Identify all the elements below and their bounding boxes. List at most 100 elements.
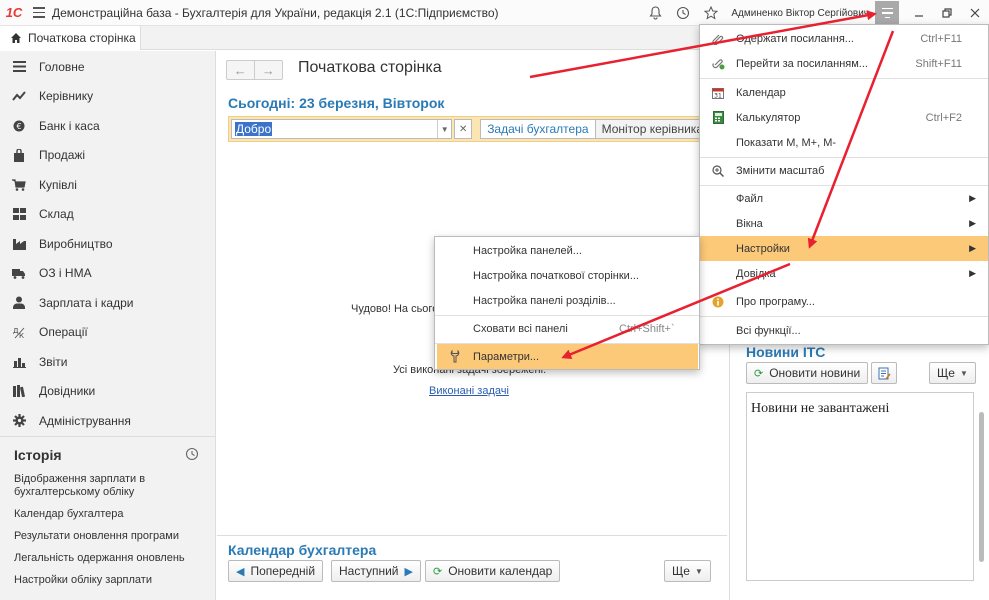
news-settings-button[interactable] [871, 362, 897, 384]
menu-item-calendar[interactable]: 31 Календар [700, 80, 988, 105]
refresh-news-button[interactable]: ⟳ Оновити новини [746, 362, 869, 384]
history-icon[interactable] [185, 447, 199, 464]
refresh-icon: ⟳ [754, 367, 764, 380]
calendar-more-label: Ще [672, 564, 690, 578]
history-item[interactable]: Результати оновлення програми [0, 530, 215, 543]
grid-icon [12, 207, 26, 221]
submenu-item-parameters[interactable]: Параметри... [437, 344, 698, 369]
title-bar: 1С Демонстраційна база - Бухгалтерія для… [0, 0, 989, 26]
status-text: Чудово! На сьогод [351, 303, 445, 315]
restore-icon[interactable] [933, 0, 961, 26]
submenu-item-sections-panel[interactable]: Настройка панелі розділів... [435, 288, 699, 313]
sidebar-item-label: Операції [39, 325, 88, 340]
tab-tasks[interactable]: Задачі бухгалтера [481, 120, 596, 138]
clear-icon[interactable]: ✕ [454, 119, 473, 139]
submenu-item-panels[interactable]: Настройка панелей... [435, 238, 699, 263]
sidebar-item-label: Головне [39, 59, 85, 74]
menu-item-file[interactable]: Файл ▶ [700, 186, 988, 211]
sidebar-item-salary[interactable]: Зарплата і кадри [0, 288, 215, 318]
sidebar-item-admin[interactable]: Адміністрування [0, 406, 215, 436]
truck-icon [12, 266, 26, 280]
user-name[interactable]: Админенко Віктор Сергійович [731, 8, 869, 19]
history-item[interactable]: Календар бухгалтера [0, 508, 215, 521]
wrench-icon [437, 350, 473, 363]
news-more-button[interactable]: Ще ▼ [929, 362, 976, 384]
prev-button[interactable]: ◀ Попередній [228, 560, 324, 582]
tab-home[interactable]: Початкова сторінка [0, 26, 141, 51]
sidebar-item-warehouse[interactable]: Склад [0, 200, 215, 230]
gear-icon [12, 414, 26, 428]
factory-icon [12, 237, 26, 251]
minimize-icon[interactable] [905, 0, 933, 26]
tab-home-label: Початкова сторінка [28, 31, 136, 45]
back-arrow-icon[interactable]: ← [227, 61, 255, 79]
star-icon[interactable] [697, 0, 725, 26]
menu-item-windows[interactable]: Вікна ▶ [700, 211, 988, 236]
sidebar-item-label: Звіти [39, 354, 68, 369]
done-tasks-link[interactable]: Виконані задачі [429, 385, 509, 397]
calendar-more-button[interactable]: Ще ▼ [664, 560, 711, 582]
tab-monitor[interactable]: Монітор керівника [595, 120, 709, 138]
next-button[interactable]: Наступний ▶ [331, 560, 421, 582]
history-item[interactable]: Легальність одержання оновлень [0, 552, 215, 565]
main-menu-button[interactable] [875, 1, 899, 25]
chevron-right-icon: ▶ [969, 193, 976, 203]
sidebar-item-manager[interactable]: Керівнику [0, 82, 215, 112]
chevron-right-icon: ▶ [969, 268, 976, 278]
history-panel: Історія Відображення зарплати в бухгалте… [0, 436, 215, 587]
trend-icon [12, 89, 26, 103]
close-icon[interactable] [961, 0, 989, 26]
chevron-down-icon[interactable]: ▼ [437, 120, 451, 138]
sidebar-item-sales[interactable]: Продажі [0, 141, 215, 171]
history-item[interactable]: Відображення зарплати в бухгалтерському … [0, 473, 215, 499]
sidebar-item-references[interactable]: Довідники [0, 377, 215, 407]
edit-list-icon [878, 367, 891, 379]
refresh-icon: ⟳ [433, 565, 443, 578]
refresh-calendar-button[interactable]: ⟳ Оновити календар [425, 560, 561, 582]
filter-value: Добро [235, 122, 273, 136]
submenu-item-home-page[interactable]: Настройка початкової сторінки... [435, 263, 699, 288]
menu-item-zoom[interactable]: Змінити масштаб [700, 158, 988, 183]
paperclip-icon [700, 33, 736, 45]
menu-item-about[interactable]: Про програму... [700, 289, 988, 314]
forward-arrow-icon[interactable]: → [255, 61, 282, 79]
submenu-item-hide-panels[interactable]: Сховати всі панелі Ctrl+Shift+` [435, 316, 699, 341]
filter-combo[interactable]: Добро ▼ [231, 119, 453, 139]
menu-item-help[interactable]: Довідка ▶ [700, 261, 988, 286]
sections-panel: Головне Керівнику € Банк і каса Продажі … [0, 51, 216, 600]
menu-item-get-link[interactable]: Одержати посилання... Ctrl+F11 [700, 26, 988, 51]
bell-icon[interactable] [641, 0, 669, 26]
zoom-icon [700, 164, 736, 177]
books-icon [12, 384, 26, 398]
sidebar-item-label: Склад [39, 207, 74, 222]
sidebar-item-reports[interactable]: Звіти [0, 347, 215, 377]
chevron-down-icon: ▼ [694, 566, 703, 576]
menu-item-show-memory[interactable]: Показати М, М+, М- [700, 130, 988, 155]
sidebar-item-purchases[interactable]: Купівлі [0, 170, 215, 200]
news-scrollbar[interactable] [977, 392, 985, 581]
menu-item-all-functions[interactable]: Всі функції... [700, 318, 988, 343]
calendar-icon: 31 [700, 87, 736, 99]
history-title: Історія [14, 447, 62, 463]
sections-menu-icon[interactable] [28, 0, 50, 26]
calculator-icon [700, 111, 736, 124]
news-more-label: Ще [937, 366, 955, 380]
menu-item-calculator[interactable]: Калькулятор Ctrl+F2 [700, 105, 988, 130]
operations-icon: ДК [12, 325, 26, 339]
prev-button-label: Попередній [250, 564, 316, 578]
sidebar-item-label: ОЗ і НМА [39, 266, 92, 281]
sidebar-item-assets[interactable]: ОЗ і НМА [0, 259, 215, 289]
sidebar-item-label: Адміністрування [39, 413, 131, 428]
sidebar-item-bank[interactable]: € Банк і каса [0, 111, 215, 141]
menu-item-settings[interactable]: Настройки ▶ [700, 236, 988, 261]
sidebar-item-label: Керівнику [39, 89, 94, 104]
bag-icon [12, 148, 26, 162]
history-item[interactable]: Настройки обліку зарплати [0, 574, 215, 587]
next-button-label: Наступний [339, 564, 399, 578]
arrow-left-icon: ◀ [236, 565, 245, 578]
sidebar-item-operations[interactable]: ДК Операції [0, 318, 215, 348]
sidebar-item-production[interactable]: Виробництво [0, 229, 215, 259]
menu-item-go-link[interactable]: Перейти за посиланням... Shift+F11 [700, 51, 988, 76]
sidebar-item-main[interactable]: Головне [0, 52, 215, 82]
history-icon[interactable] [669, 0, 697, 26]
